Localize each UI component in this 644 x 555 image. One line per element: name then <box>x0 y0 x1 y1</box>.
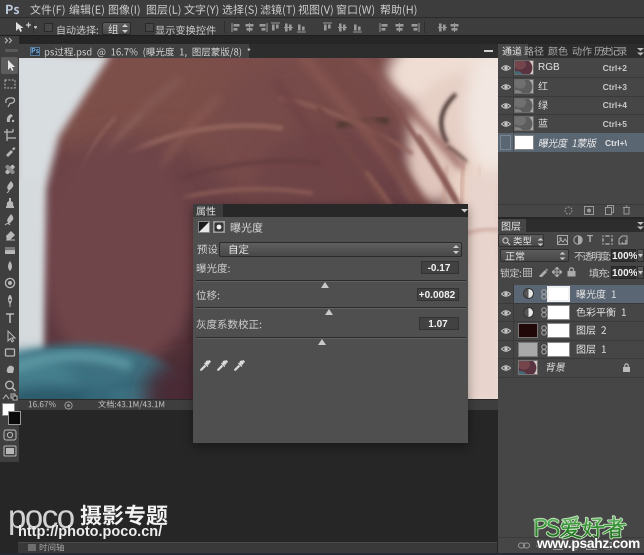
svg-text:www.psahz.com: www.psahz.com <box>536 536 640 551</box>
